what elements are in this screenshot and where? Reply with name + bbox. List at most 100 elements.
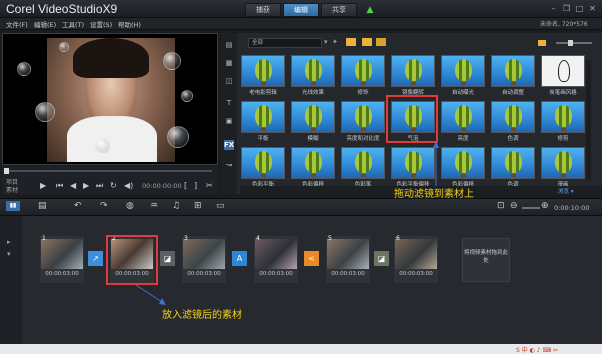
transition-icon[interactable]: ◪ [160,251,175,266]
filter-label: 自动调整 [501,90,524,96]
undo-icon[interactable]: ↶ [74,201,82,211]
mark-in-icon[interactable]: [ [184,181,187,190]
restore-icon[interactable]: ❐ [561,3,572,14]
menu-edit[interactable]: 编辑(E) [34,19,56,29]
transition-icon[interactable]: < [304,251,319,266]
tab-share[interactable]: 共享 [321,3,357,17]
graphic-icon[interactable]: ▣ [224,116,234,126]
taskbar-strip [0,344,602,354]
add-folder-icon[interactable] [362,38,372,46]
filter-thumbnail[interactable] [291,101,335,133]
gallery-dropdown[interactable]: 全部 [248,38,322,48]
filter-thumbnail[interactable] [341,101,385,133]
library-scrollbar[interactable] [586,60,591,180]
sidebar-icon[interactable]: ▸ [7,238,11,246]
play-icon[interactable]: ▶ [40,181,46,190]
filter-label: 模糊 [307,136,319,142]
filter-thumbnail[interactable] [441,101,485,133]
timeline-view-icon[interactable]: ▤ [38,201,47,211]
scrubber-track[interactable] [6,170,212,172]
annotation-applied-clip: 放入滤镜后的素材 [162,310,242,321]
fit-project-icon[interactable]: ⊡ [497,201,505,211]
motion-track-icon[interactable]: ⊞ [194,201,202,211]
folder-icon[interactable] [346,38,356,46]
end-icon[interactable]: ⏭ [96,181,103,191]
subtitle-icon[interactable]: ▭ [216,201,225,211]
filter-thumbnail[interactable] [341,147,385,179]
filter-thumbnail[interactable] [491,147,535,179]
auto-music-icon[interactable]: ♫ [172,201,180,211]
transition-icon[interactable]: ↗ [88,251,103,266]
home-icon[interactable]: ⏮ [56,181,63,191]
filter-thumbnail[interactable] [391,55,435,87]
zoom-slider[interactable] [556,42,592,44]
preview-window[interactable] [2,33,218,165]
upload-icon[interactable]: ▲ [364,5,376,15]
timeline-clip[interactable]: 3 00:00:03:00 [182,235,226,283]
filter-thumbnail[interactable] [491,55,535,87]
filter-thumbnail[interactable] [441,55,485,87]
clip-duration: 00:00:03:00 [331,271,365,277]
redo-icon[interactable]: ↷ [100,201,108,211]
transition-icon[interactable]: A [232,251,247,266]
browse-button[interactable]: 浏览 ▾ [558,187,574,195]
filter-thumbnail[interactable] [241,101,285,133]
zoom-slider-handle[interactable] [568,40,573,46]
import-icon[interactable] [376,38,386,46]
filter-thumbnail[interactable] [241,55,285,87]
bubble-icon [167,126,189,148]
filter-thumbnail[interactable] [541,101,585,133]
thumbnail-size-icon[interactable] [538,40,546,46]
split-icon[interactable]: ✂ [206,181,213,190]
timeline-zoom-slider[interactable] [522,207,540,209]
instant-project-icon[interactable]: ▦ [224,58,234,68]
next-frame-icon[interactable]: ▶ [83,181,89,190]
record-icon[interactable]: ◍ [126,201,134,211]
timeline-clip[interactable]: 6 00:00:03:00 [394,235,438,283]
fx-filter-icon[interactable]: FX [224,140,234,150]
mark-out-icon[interactable]: ] [194,181,197,190]
zoom-in-icon[interactable]: ⊕ [541,201,549,211]
settings-icon[interactable]: ✦ [332,38,338,46]
prev-frame-icon[interactable]: ◀ [70,181,76,190]
menu-settings[interactable]: 设置(S) [90,19,112,29]
tab-edit[interactable]: 编辑 [283,3,319,17]
filter-thumbnail[interactable] [341,55,385,87]
filter-label: 色调 [507,136,519,142]
maximize-icon[interactable]: □ [574,3,585,14]
filter-thumbnail[interactable] [541,147,585,179]
filter-label: 修饰 [357,90,369,96]
bubble-icon [95,138,111,154]
tab-capture[interactable]: 捕获 [245,3,281,17]
clip-mode-label[interactable]: 素材 [6,185,18,194]
filter-thumbnail[interactable] [291,147,335,179]
media-icon[interactable]: ▤ [224,40,234,50]
filter-thumbnail[interactable] [491,101,535,133]
dropdown-arrow-icon[interactable]: ▾ [324,38,328,46]
annotation-arrow-up [433,141,439,186]
close-icon[interactable]: ✕ [587,3,598,14]
volume-icon[interactable]: ◀) [124,181,133,190]
path-icon[interactable]: ↝ [224,160,234,170]
drop-zone[interactable]: 将视频素材拖到此处 [462,238,510,282]
menu-help[interactable]: 帮助(H) [118,19,141,29]
filter-thumbnail[interactable] [541,55,585,87]
timeline-clip[interactable]: 5 00:00:03:00 [326,235,370,283]
menu-tools[interactable]: 工具(T) [62,19,84,29]
sidebar-icon[interactable]: ▾ [7,250,11,258]
zoom-out-icon[interactable]: ⊖ [510,201,518,211]
transition-icon[interactable]: ◪ [374,251,389,266]
timeline-clip[interactable]: 1 00:00:03:00 [40,235,84,283]
annotation-arrow-down [135,284,166,305]
filter-thumbnail[interactable] [291,55,335,87]
minimize-icon[interactable]: – [548,3,559,14]
menu-file[interactable]: 文件(F) [6,19,28,29]
audio-mixer-icon[interactable]: ♒ [150,201,158,211]
transition-icon[interactable]: ◫ [224,76,234,86]
storyboard-view-icon[interactable]: ▮▮ [6,201,20,211]
title-icon[interactable]: T [224,98,234,108]
scrubber-handle[interactable] [4,168,9,174]
filter-thumbnail[interactable] [241,147,285,179]
timeline-clip[interactable]: 4 00:00:03:00 [254,235,298,283]
repeat-icon[interactable]: ↻ [110,181,117,190]
